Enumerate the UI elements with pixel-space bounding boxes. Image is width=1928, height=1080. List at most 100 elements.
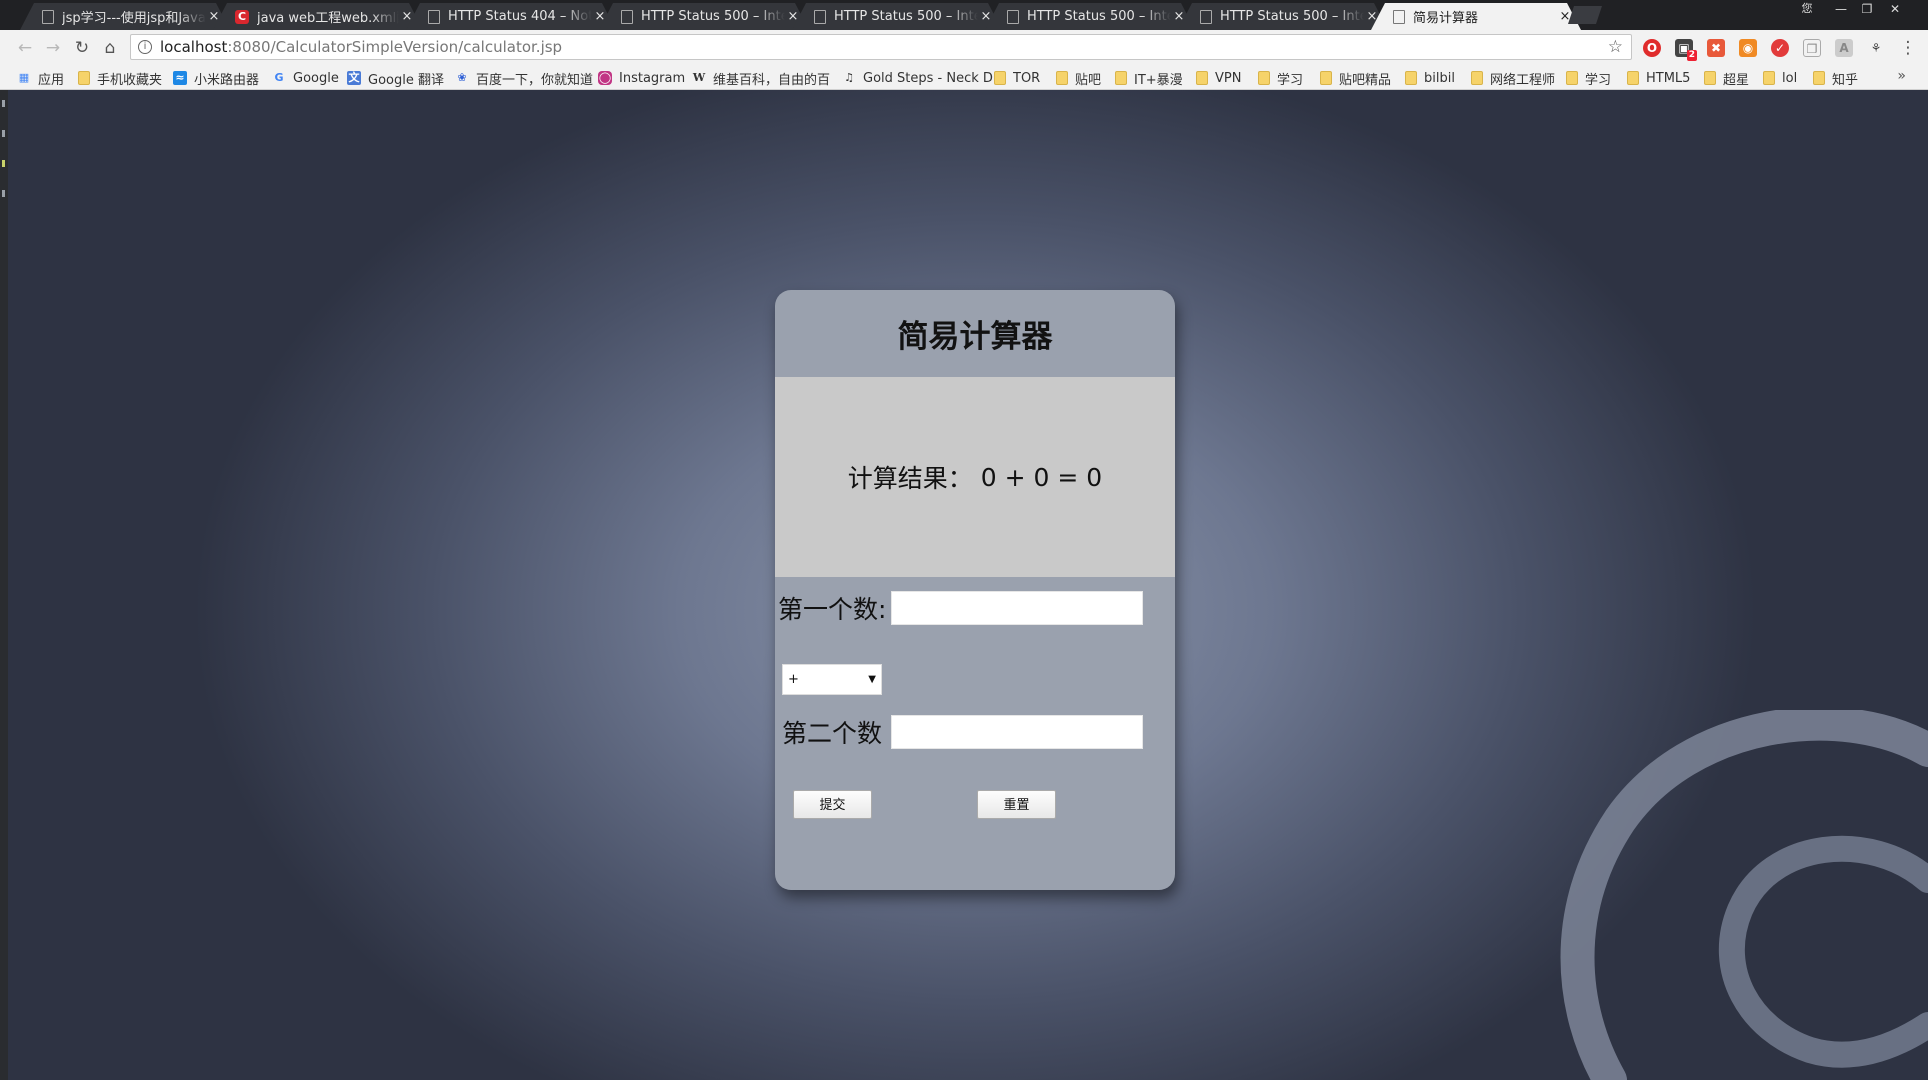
folder-icon [1627,71,1639,85]
csdn-logo-icon: C [235,10,249,24]
bookmark-baidu[interactable]: ❀ 百度一下，你就知道 [455,66,593,90]
folder-icon [1763,71,1775,85]
bookmark-star-icon[interactable]: ☆ [1608,37,1623,57]
bookmark-folder-vpn[interactable]: VPN [1196,66,1241,90]
info-icon[interactable]: i [138,40,152,54]
tab-http-500-c[interactable]: HTTP Status 500 – Inte × [985,3,1195,30]
bookmark-folder-tor[interactable]: TOR [994,66,1040,90]
operator-selected-value: + [788,672,799,687]
user-profile-icon[interactable]: 您 [1792,0,1822,18]
page-viewport: 简易计算器 计算结果： 0 + 0 = 0 第一个数: + ▼ 第二个数 提交 … [0,90,1928,1080]
page-icon [1393,10,1405,24]
bookmark-wikipedia[interactable]: W 维基百科，自由的百 [692,66,830,90]
left-edge-strip [0,90,8,1080]
folder-icon [1704,71,1716,85]
bookmark-folder-it-comics[interactable]: IT+暴漫 [1115,66,1183,90]
bookmark-folder-lol[interactable]: lol [1763,66,1797,90]
reload-icon[interactable]: ↻ [70,36,94,60]
tab-title: HTTP Status 500 – Inte [834,9,978,24]
folder-icon [1258,71,1270,85]
folder-icon [78,71,90,85]
bookmark-folder-study[interactable]: 学习 [1258,66,1303,90]
calculator-card: 简易计算器 计算结果： 0 + 0 = 0 第一个数: + ▼ 第二个数 提交 … [775,290,1175,890]
operator-select[interactable]: + ▼ [782,664,882,695]
reset-button[interactable]: 重置 [977,790,1056,819]
window-close-icon[interactable]: ✕ [1880,0,1910,18]
bookmark-gold-steps[interactable]: ♫ Gold Steps - Neck D [842,66,993,90]
x-extension-icon[interactable]: ✖ [1707,39,1725,57]
bookmark-mobile-folder[interactable]: 手机收藏夹 [78,66,162,90]
strip-mark [2,190,5,197]
bookmark-instagram[interactable]: ◯ Instagram [598,66,685,90]
strip-mark [2,130,5,137]
puzzle-extension-icon[interactable]: ⚘ [1867,39,1885,57]
strip-mark [2,100,5,107]
folder-icon [1196,71,1208,85]
folder-icon [1566,71,1578,85]
bookmark-folder-zhihu[interactable]: 知乎 [1813,66,1858,90]
bookmark-folder-tieba[interactable]: 贴吧 [1056,66,1101,90]
screenshot-extension-icon[interactable]: ◉ [1739,39,1757,57]
google-icon: G [274,71,284,84]
tab-http-500-d[interactable]: HTTP Status 500 – Inte × [1178,3,1388,30]
tab-http-404[interactable]: HTTP Status 404 – Not × [406,3,616,30]
page-icon [42,10,54,24]
folder-icon [994,71,1006,85]
tab-title: HTTP Status 500 – Inte [1220,9,1364,24]
home-icon[interactable]: ⌂ [98,36,122,60]
bookmark-folder-study-2[interactable]: 学习 [1566,66,1611,90]
tab-title: HTTP Status 404 – Not [448,9,592,24]
tab-http-500-b[interactable]: HTTP Status 500 – Inte × [792,3,1002,30]
restore-icon[interactable]: ❐ [1852,0,1882,18]
url-path: :8080/CalculatorSimpleVersion/calculator… [227,38,563,56]
second-number-label: 第二个数 [782,719,883,748]
tab-title: jsp学习---使用jsp和Java [62,11,206,26]
check-extension-icon[interactable]: ✓ [1771,39,1789,57]
address-bar[interactable]: i localhost:8080/CalculatorSimpleVersion… [130,34,1632,60]
tab-strip: jsp学习---使用jsp和Java × C java web工程web.xml… [0,0,1928,30]
opera-extension-icon[interactable]: O [1643,39,1661,57]
strip-mark [2,160,5,167]
first-number-input[interactable] [891,591,1143,625]
folder-icon [1056,71,1068,85]
bookmark-folder-tieba-best[interactable]: 贴吧精品 [1320,66,1391,90]
router-icon: ≈ [173,71,187,85]
bookmark-folder-html5[interactable]: HTML5 [1627,66,1690,90]
bookmark-apps[interactable]: ▦ 应用 [17,66,64,90]
bookmark-folder-network-engineer[interactable]: 网络工程师 [1471,66,1555,90]
tab-title: HTTP Status 500 – Inter [641,9,785,24]
second-number-input[interactable] [891,715,1143,749]
copy-extension-icon[interactable]: ❐ [1803,39,1821,57]
back-arrow-icon[interactable]: ← [13,36,37,60]
tab-java-web-xml[interactable]: C java web工程web.xml配 × [213,3,423,30]
page-icon [1007,10,1019,24]
pdf-extension-icon[interactable]: A [1835,39,1853,57]
result-expression: 0 + 0 = 0 [980,462,1103,492]
forward-arrow-icon[interactable]: → [41,36,65,60]
extension-icon[interactable]: ▣ 2 [1675,39,1697,61]
bookmark-folder-chaoxing[interactable]: 超星 [1704,66,1749,90]
page-icon [814,10,826,24]
tab-http-500-a[interactable]: HTTP Status 500 – Inter × [599,3,809,30]
extension-badge: 2 [1686,50,1697,61]
tab-jsp-study[interactable]: jsp学习---使用jsp和Java × [20,3,230,30]
tab-title: java web工程web.xml配 [257,11,399,26]
tab-title: 简易计算器 [1413,11,1479,26]
bookmarks-bar: ▦ 应用 手机收藏夹 ≈ 小米路由器 G Google 文 Google 翻译 … [0,66,1928,90]
tab-calculator[interactable]: 简易计算器 × [1371,3,1581,30]
bookmark-google[interactable]: G Google [272,66,338,90]
bookmark-google-translate[interactable]: 文 Google 翻译 [347,66,444,90]
submit-button[interactable]: 提交 [793,790,872,819]
new-tab-button[interactable] [1568,6,1602,24]
instagram-icon: ◯ [598,71,612,85]
baidu-paw-icon: ❀ [457,71,467,84]
folder-icon [1405,71,1417,85]
menu-kebab-icon[interactable]: ⋮ [1896,36,1920,60]
bookmarks-overflow-icon[interactable]: » [1897,68,1906,84]
first-number-label: 第一个数: [778,595,887,624]
folder-icon [1320,71,1332,85]
bookmark-mi-router[interactable]: ≈ 小米路由器 [173,66,259,90]
translate-icon: 文 [347,71,361,85]
bookmark-folder-bilbil[interactable]: bilbil [1405,66,1455,90]
folder-icon [1471,71,1483,85]
